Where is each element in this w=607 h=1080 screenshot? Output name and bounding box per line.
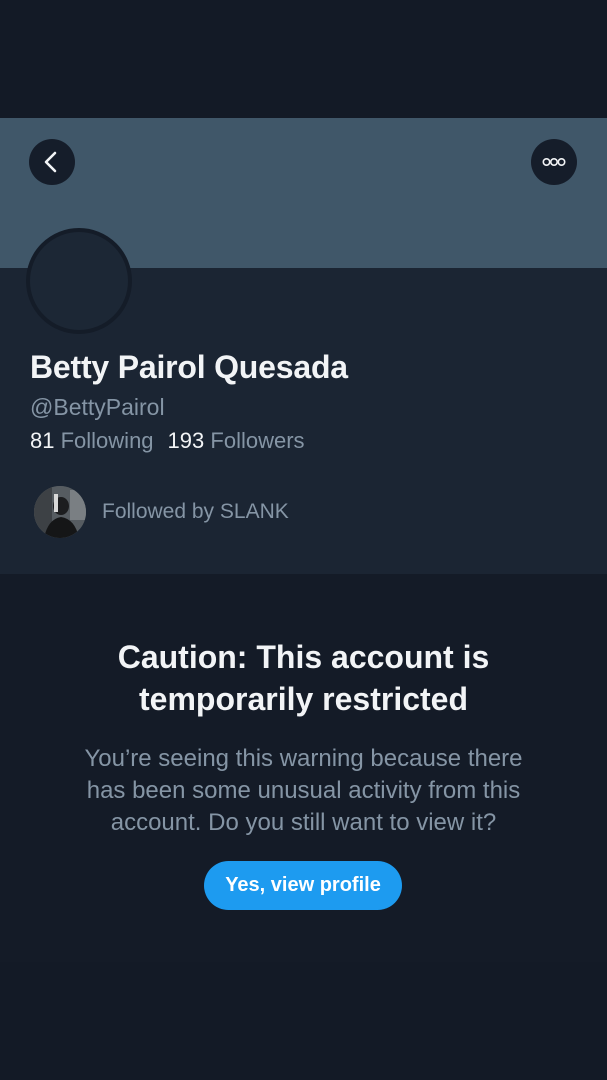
following-count: 81 [30, 428, 55, 453]
view-profile-button[interactable]: Yes, view profile [204, 861, 402, 910]
profile-handle: @BettyPairol [30, 394, 165, 420]
back-button[interactable] [29, 139, 75, 185]
profile-name: Betty Pairol Quesada [30, 349, 348, 385]
caution-message-line-2: has been some unusual activity from this [86, 777, 521, 804]
follower-avatar [34, 486, 86, 538]
profile-stats: 81 Following 193 Followers [30, 428, 305, 454]
more-dots-icon [542, 157, 566, 166]
more-options-button[interactable] [531, 139, 577, 185]
follower-avatar-image [34, 486, 86, 538]
following-link[interactable]: 81 Following [30, 428, 154, 453]
caution-message: You’re seeing this warning because there… [40, 743, 567, 839]
followers-link[interactable]: 193 Followers [168, 428, 305, 453]
caution-message-line-3: account. Do you still want to view it? [110, 809, 497, 836]
followed-by-text: Followed by SLANK [102, 500, 289, 523]
profile-avatar[interactable] [26, 228, 132, 334]
status-area [0, 0, 607, 118]
caution-title-line-2: temporarily restricted [138, 681, 468, 717]
followers-count: 193 [167, 428, 205, 453]
chevron-left-icon [44, 151, 57, 173]
caution-message-line-1: You’re seeing this warning because there [84, 745, 523, 772]
bottom-area [0, 962, 607, 1080]
caution-title-line-1: Caution: This account is [117, 639, 490, 675]
caution-title: Caution: This account is temporarily res… [0, 636, 607, 720]
followers-label: Followers [210, 428, 305, 453]
following-label: Following [60, 428, 154, 453]
followed-by-row[interactable]: Followed by SLANK [34, 486, 289, 538]
